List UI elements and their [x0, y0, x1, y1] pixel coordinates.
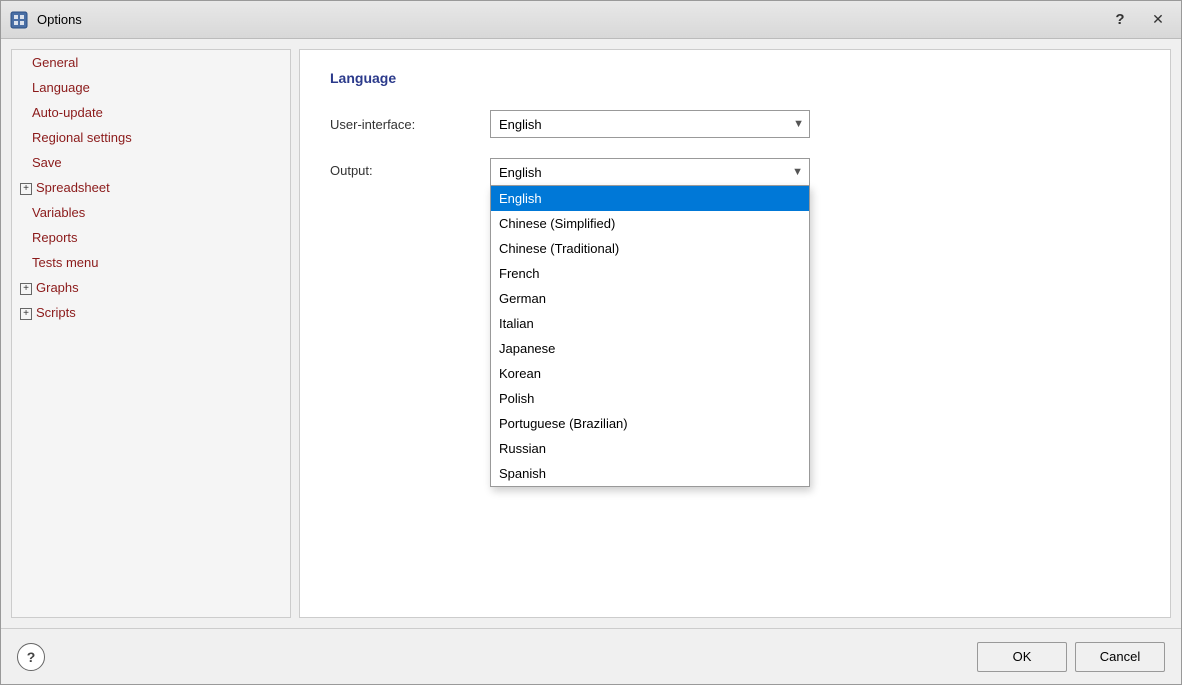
- sidebar-item-tests-menu[interactable]: Tests menu: [12, 250, 290, 275]
- sidebar-item-save[interactable]: Save: [12, 150, 290, 175]
- sidebar-label-graphs: Graphs: [36, 280, 79, 295]
- sidebar-item-language[interactable]: Language: [12, 75, 290, 100]
- dropdown-item-japanese[interactable]: Japanese: [491, 336, 809, 361]
- dropdown-item-russian[interactable]: Russian: [491, 436, 809, 461]
- sidebar-label-auto-update: Auto-update: [32, 105, 103, 120]
- sidebar-item-reports[interactable]: Reports: [12, 225, 290, 250]
- sidebar-label-tests-menu: Tests menu: [32, 255, 98, 270]
- user-interface-row: User-interface: English ▼: [330, 110, 1140, 138]
- expand-icon-spreadsheet: +: [20, 183, 32, 195]
- sidebar-item-scripts[interactable]: + Scripts: [12, 300, 290, 325]
- sidebar-label-spreadsheet: Spreadsheet: [36, 180, 110, 195]
- sidebar-item-auto-update[interactable]: Auto-update: [12, 100, 290, 125]
- dropdown-item-german[interactable]: German: [491, 286, 809, 311]
- sidebar-label-scripts: Scripts: [36, 305, 76, 320]
- expand-icon-scripts: +: [20, 308, 32, 320]
- ok-button[interactable]: OK: [977, 642, 1067, 672]
- user-interface-select[interactable]: English: [490, 110, 810, 138]
- output-dropdown-list: EnglishChinese (Simplified)Chinese (Trad…: [490, 185, 810, 487]
- dropdown-item-english[interactable]: English: [491, 186, 809, 211]
- dropdown-item-chinese--traditional-[interactable]: Chinese (Traditional): [491, 236, 809, 261]
- sidebar-item-regional-settings[interactable]: Regional settings: [12, 125, 290, 150]
- sidebar-item-general[interactable]: General: [12, 50, 290, 75]
- dropdown-item-polish[interactable]: Polish: [491, 386, 809, 411]
- dropdown-item-chinese--simplified-[interactable]: Chinese (Simplified): [491, 211, 809, 236]
- title-close-button[interactable]: ✕: [1143, 8, 1173, 32]
- dropdown-item-italian[interactable]: Italian: [491, 311, 809, 336]
- output-arrow-icon: ▼: [792, 166, 803, 178]
- dialog-body: General Language Auto-update Regional setti…: [1, 39, 1181, 628]
- expand-icon-graphs: +: [20, 283, 32, 295]
- sidebar-label-language: Language: [32, 80, 90, 95]
- sidebar-label-regional-settings: Regional settings: [32, 130, 132, 145]
- help-button[interactable]: ?: [17, 643, 45, 671]
- output-label: Output:: [330, 158, 490, 178]
- output-row: Output: English ▼ EnglishChinese (Simpli…: [330, 158, 1140, 186]
- dropdown-item-french[interactable]: French: [491, 261, 809, 286]
- sidebar-label-general: General: [32, 55, 78, 70]
- output-dropdown-container: English ▼ EnglishChinese (Simplified)Chi…: [490, 158, 810, 186]
- dropdown-item-korean[interactable]: Korean: [491, 361, 809, 386]
- footer-right: OK Cancel: [977, 642, 1165, 672]
- sidebar-label-variables: Variables: [32, 205, 85, 220]
- sidebar-label-save: Save: [32, 155, 62, 170]
- options-dialog: Options ? ✕ General Language Auto-update Re…: [0, 0, 1182, 685]
- cancel-button[interactable]: Cancel: [1075, 642, 1165, 672]
- section-title: Language: [330, 70, 1140, 86]
- sidebar-item-graphs[interactable]: + Graphs: [12, 275, 290, 300]
- title-bar: Options ? ✕: [1, 1, 1181, 39]
- sidebar-item-variables[interactable]: Variables: [12, 200, 290, 225]
- dropdown-item-spanish[interactable]: Spanish: [491, 461, 809, 486]
- dropdown-item-portuguese--brazilian-[interactable]: Portuguese (Brazilian): [491, 411, 809, 436]
- window-title: Options: [37, 12, 1097, 27]
- sidebar: General Language Auto-update Regional setti…: [11, 49, 291, 618]
- sidebar-label-reports: Reports: [32, 230, 78, 245]
- title-help-button[interactable]: ?: [1105, 8, 1135, 32]
- output-dropdown-trigger[interactable]: English ▼: [490, 158, 810, 186]
- dialog-footer: ? OK Cancel: [1, 628, 1181, 684]
- content-area: Language User-interface: English ▼ Outpu…: [299, 49, 1171, 618]
- user-interface-select-wrapper: English ▼: [490, 110, 810, 138]
- user-interface-label: User-interface:: [330, 117, 490, 132]
- footer-left: ?: [17, 643, 45, 671]
- app-icon: [9, 10, 29, 30]
- sidebar-item-spreadsheet[interactable]: + Spreadsheet: [12, 175, 290, 200]
- output-selected-value: English: [499, 165, 542, 180]
